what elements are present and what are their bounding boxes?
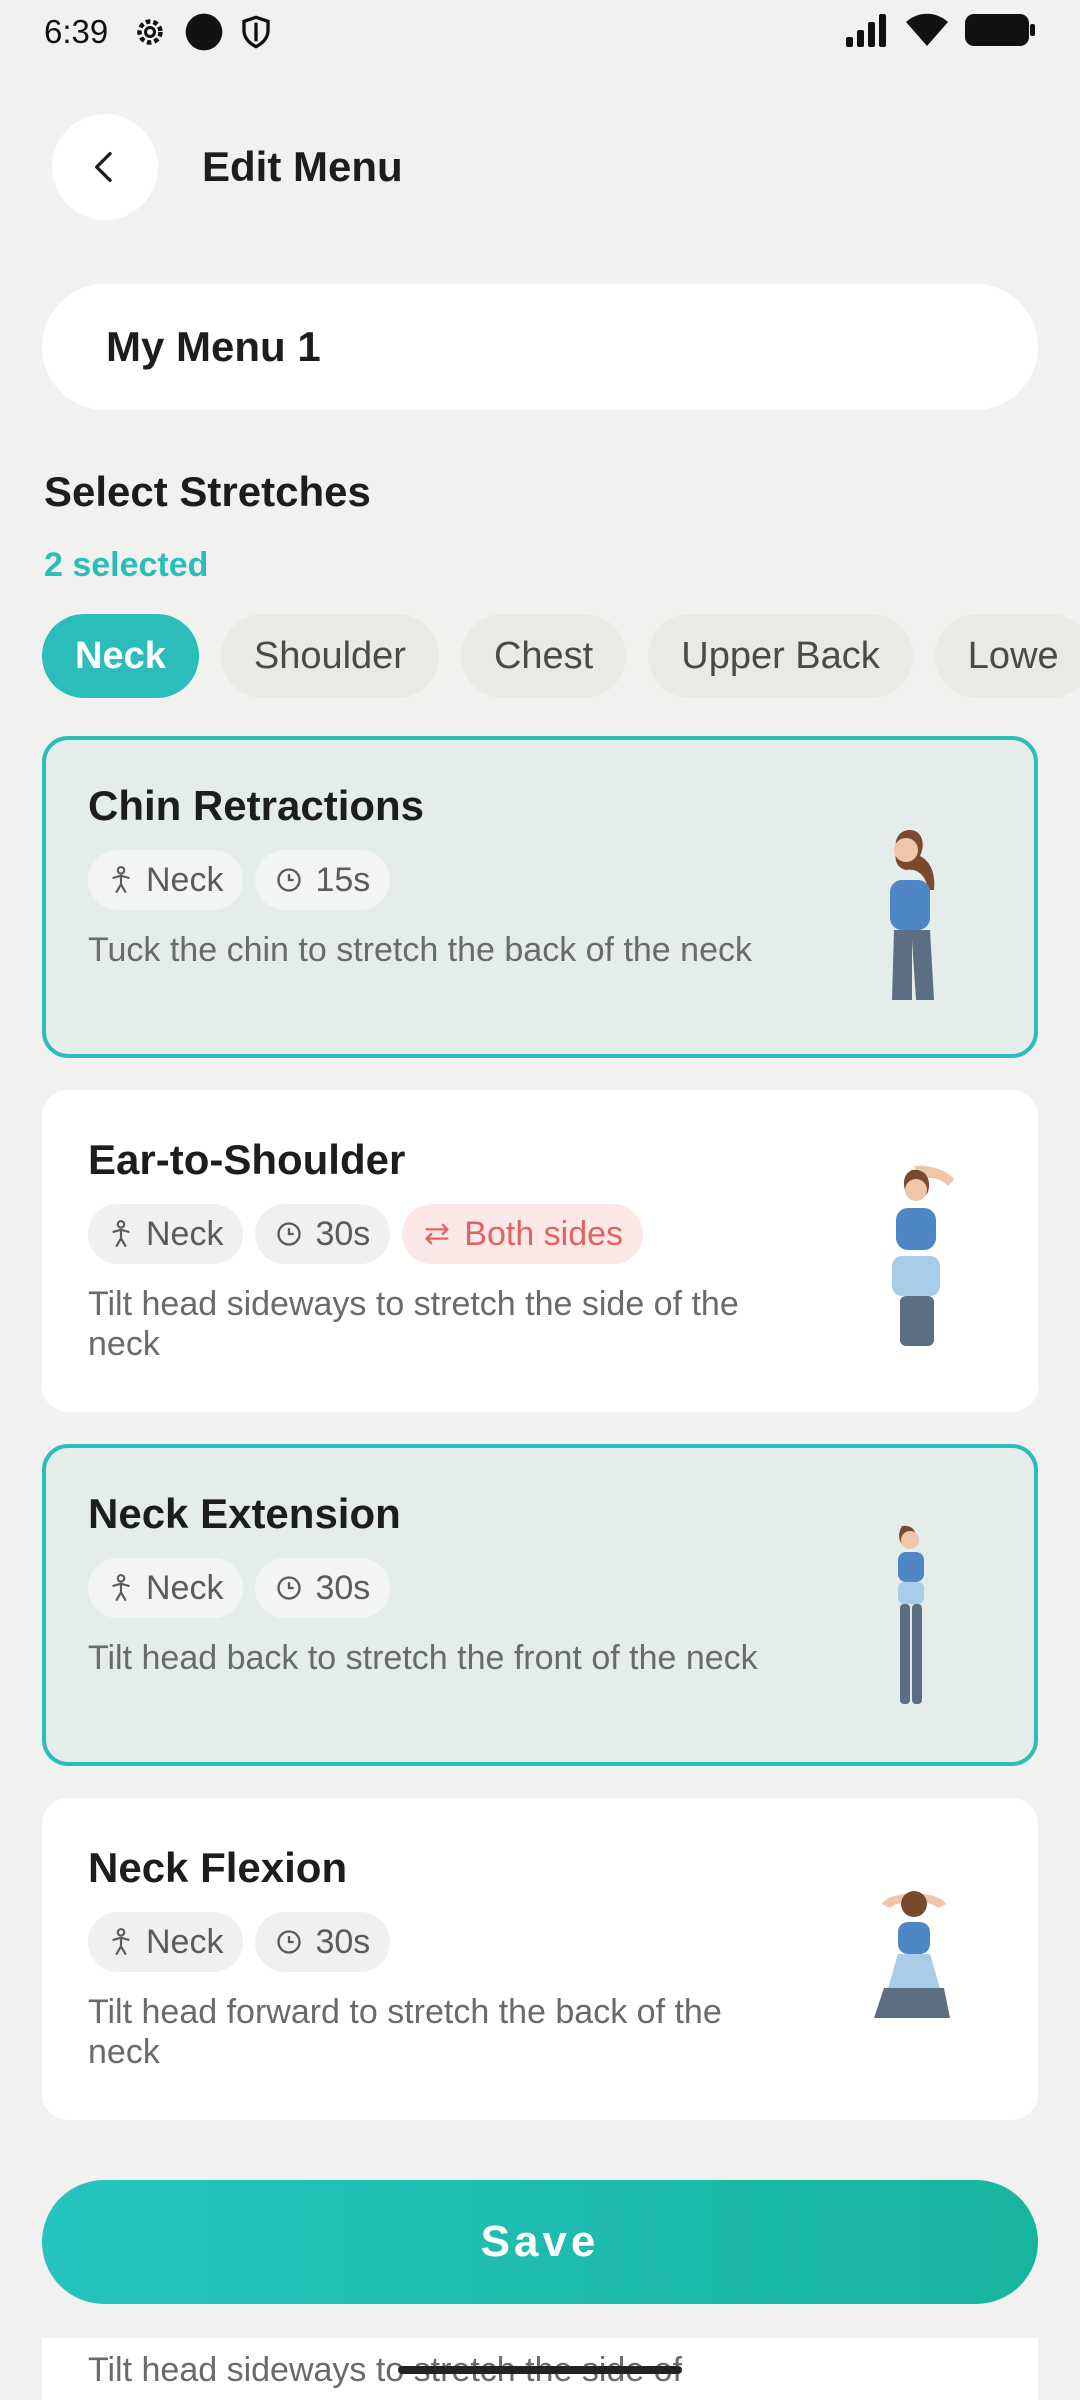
- both-sides-tag: Both sides: [402, 1204, 644, 1264]
- tab-neck[interactable]: Neck: [42, 614, 199, 698]
- back-button[interactable]: [52, 114, 158, 220]
- body-icon: [112, 1928, 130, 1955]
- wifi-icon: [904, 12, 950, 53]
- signal-icon: [844, 13, 890, 52]
- clock-icon: [277, 1576, 302, 1600]
- page-title: Edit Menu: [202, 143, 403, 190]
- clock-icon: [277, 1930, 302, 1954]
- chevron-left-icon: [95, 152, 112, 182]
- tab-lower-back[interactable]: Lowe: [934, 614, 1080, 698]
- gear-icon: [132, 14, 168, 50]
- stretch-figure-image: [874, 1891, 950, 2018]
- body-icon: [112, 1574, 130, 1601]
- stretch-card-neck-extension[interactable]: Neck Extension Neck 30s Tilt head back t…: [42, 1444, 1038, 1766]
- area-label: Neck: [146, 1214, 224, 1253]
- stretch-figure-image: [892, 1165, 954, 1346]
- section-title: Select Stretches: [44, 468, 371, 515]
- duration-tag: 30s: [255, 1558, 391, 1618]
- duration-label: 30s: [315, 1922, 371, 1961]
- battery-icon: [964, 12, 1036, 53]
- duration-tag: 30s: [255, 1204, 391, 1264]
- both-sides-label: Both sides: [464, 1214, 624, 1253]
- status-bar: 6:39: [0, 0, 1080, 64]
- duration-label: 30s: [315, 1568, 371, 1607]
- stretch-card-ear-to-shoulder[interactable]: Ear-to-Shoulder Neck 30s Both sides Tilt…: [42, 1090, 1038, 1412]
- duration-label: 15s: [315, 860, 371, 899]
- clock-icon: [277, 1222, 302, 1246]
- area-tag: Neck: [88, 1204, 244, 1264]
- selected-count: 2 selected: [44, 546, 209, 584]
- stretch-figure-image: [890, 830, 935, 1000]
- duration-tag: 15s: [255, 850, 391, 910]
- header: Edit Menu: [52, 114, 403, 220]
- card-description: Tilt head back to stretch the front of t…: [88, 1639, 758, 1677]
- shield-icon: [240, 14, 272, 50]
- clock-icon: [277, 868, 302, 892]
- body-icon: [112, 866, 130, 893]
- duration-label: 30s: [315, 1214, 371, 1253]
- tab-upper-back[interactable]: Upper Back: [648, 614, 913, 698]
- status-time: 6:39: [44, 13, 109, 50]
- duration-tag: 30s: [255, 1912, 391, 1972]
- tab-chest[interactable]: Chest: [460, 614, 627, 698]
- area-tag: Neck: [88, 1558, 244, 1618]
- area-tag: Neck: [88, 1912, 244, 1972]
- area-tag: Neck: [88, 850, 244, 910]
- swap-arrows-icon: [425, 1223, 449, 1245]
- area-label: Neck: [146, 1922, 224, 1961]
- tab-shoulder[interactable]: Shoulder: [220, 614, 439, 698]
- card-description: Tilt head forward to stretch the back of…: [88, 1993, 722, 2071]
- stretch-figure-image: [898, 1525, 924, 1704]
- card-description: Tuck the chin to stretch the back of the…: [88, 931, 752, 969]
- save-button[interactable]: Save: [42, 2180, 1038, 2304]
- body-icon: [112, 1220, 130, 1247]
- home-indicator[interactable]: [398, 2366, 682, 2374]
- area-label: Neck: [146, 1568, 224, 1607]
- menu-name-input[interactable]: My Menu 1: [42, 284, 1038, 410]
- card-description: Tilt head sideways to stretch the side o…: [88, 1285, 739, 1363]
- category-tabs: Neck Shoulder Chest Upper Back Lowe: [42, 614, 1080, 698]
- stretch-card-chin-retractions[interactable]: Chin Retractions Neck 15s Tuck the chin …: [42, 736, 1038, 1058]
- stretch-card-neck-flexion[interactable]: Neck Flexion Neck 30s Tilt head forward …: [42, 1798, 1038, 2120]
- area-label: Neck: [146, 860, 224, 899]
- dot-icon: [184, 12, 224, 52]
